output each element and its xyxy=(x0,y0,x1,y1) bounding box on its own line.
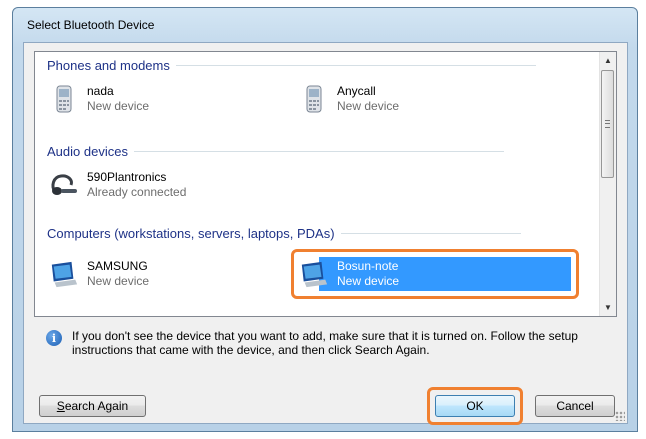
group-divider xyxy=(340,233,521,234)
group-label: Audio devices xyxy=(47,144,128,159)
device-list[interactable]: Phones and modems nada New device Anycal… xyxy=(34,51,617,317)
scroll-down-icon[interactable]: ▼ xyxy=(600,299,616,316)
search-again-button[interactable]: Search Again xyxy=(39,395,146,417)
device-name: Anycall xyxy=(337,84,376,98)
group-header-audio: Audio devices xyxy=(47,144,504,159)
group-divider xyxy=(133,151,504,152)
annotation-ring-selected-device xyxy=(291,249,579,299)
scroll-thumb[interactable] xyxy=(601,70,614,178)
info-message: i If you don't see the device that you w… xyxy=(46,329,606,357)
group-divider xyxy=(175,65,536,66)
device-name: SAMSUNG xyxy=(87,259,148,273)
search-again-label: earch Again xyxy=(64,399,129,413)
phone-icon xyxy=(49,84,79,114)
phone-icon xyxy=(299,84,329,114)
info-icon: i xyxy=(46,330,62,346)
resize-grip-icon[interactable] xyxy=(615,411,625,421)
vertical-scrollbar[interactable]: ▲ ▼ xyxy=(599,52,616,316)
group-header-phones: Phones and modems xyxy=(47,58,536,73)
computer-icon xyxy=(49,259,79,289)
group-header-computers: Computers (workstations, servers, laptop… xyxy=(47,226,521,241)
group-label: Computers (workstations, servers, laptop… xyxy=(47,226,335,241)
cancel-label: Cancel xyxy=(556,399,594,413)
window-title: Select Bluetooth Device xyxy=(27,18,155,32)
device-status: New device xyxy=(87,274,150,288)
annotation-ring-ok xyxy=(427,387,523,425)
device-status: Already connected xyxy=(87,185,187,199)
scroll-up-icon[interactable]: ▲ xyxy=(600,52,616,69)
device-name: 590Plantronics xyxy=(87,170,167,184)
cancel-button[interactable]: Cancel xyxy=(535,395,615,417)
device-status: New device xyxy=(87,99,150,113)
select-bluetooth-device-dialog: Select Bluetooth Device Phones and modem… xyxy=(12,7,638,432)
group-label: Phones and modems xyxy=(47,58,170,73)
device-item-590plantronics[interactable]: 590Plantronics Already connected xyxy=(49,168,186,202)
device-item-nada[interactable]: nada New device xyxy=(49,82,149,116)
dialog-client-area: Phones and modems nada New device Anycal… xyxy=(23,42,628,425)
device-name: nada xyxy=(87,84,114,98)
grip-icon xyxy=(605,120,610,128)
info-text: If you don't see the device that you wan… xyxy=(72,329,578,357)
device-status: New device xyxy=(337,99,400,113)
search-again-accesskey: S xyxy=(56,399,65,413)
device-item-samsung[interactable]: SAMSUNG New device xyxy=(49,257,149,291)
device-item-anycall[interactable]: Anycall New device xyxy=(299,82,399,116)
headset-icon xyxy=(49,170,79,200)
